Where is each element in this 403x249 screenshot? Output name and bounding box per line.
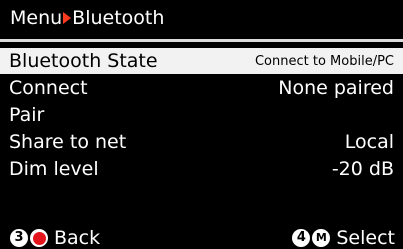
menu-item-label: Share to net <box>9 131 127 153</box>
menu-item-label: Pair <box>9 104 45 126</box>
breadcrumb-section: Bluetooth <box>72 7 165 29</box>
m-key-icon: M <box>312 229 331 247</box>
menu-item-value: -20 dB <box>331 158 394 180</box>
softkey-bar: 3 Back 4 M Select <box>0 226 403 249</box>
menu-item-label: Connect <box>9 77 88 99</box>
menu-item-pair[interactable]: Pair <box>0 102 403 128</box>
header-divider <box>0 39 403 42</box>
breadcrumb: Menu Bluetooth <box>10 7 164 29</box>
record-dot-icon <box>30 229 48 247</box>
menu-item-value: Local <box>344 131 394 153</box>
menu-item-label: Bluetooth State <box>9 50 158 72</box>
select-softkey[interactable]: 4 M Select <box>292 227 395 249</box>
menu-item-dim-level[interactable]: Dim level -20 dB <box>0 156 403 182</box>
menu-item-value: Connect to Mobile/PC <box>254 54 394 69</box>
back-label: Back <box>54 227 101 249</box>
menu-list: Bluetooth State Connect to Mobile/PC Con… <box>0 48 403 183</box>
menu-item-connect[interactable]: Connect None paired <box>0 75 403 101</box>
breadcrumb-arrow-icon <box>63 12 72 24</box>
menu-item-bluetooth-state[interactable]: Bluetooth State Connect to Mobile/PC <box>0 48 403 74</box>
back-softkey[interactable]: 3 Back <box>10 227 100 249</box>
breadcrumb-menu[interactable]: Menu <box>10 7 62 29</box>
title-bar: Menu Bluetooth <box>0 0 403 37</box>
menu-item-share-to-net[interactable]: Share to net Local <box>0 129 403 155</box>
select-label: Select <box>336 227 395 249</box>
menu-item-value: None paired <box>278 77 394 99</box>
key-3-icon: 3 <box>10 229 28 247</box>
menu-item-label: Dim level <box>9 158 99 180</box>
key-4-icon: 4 <box>292 229 311 247</box>
